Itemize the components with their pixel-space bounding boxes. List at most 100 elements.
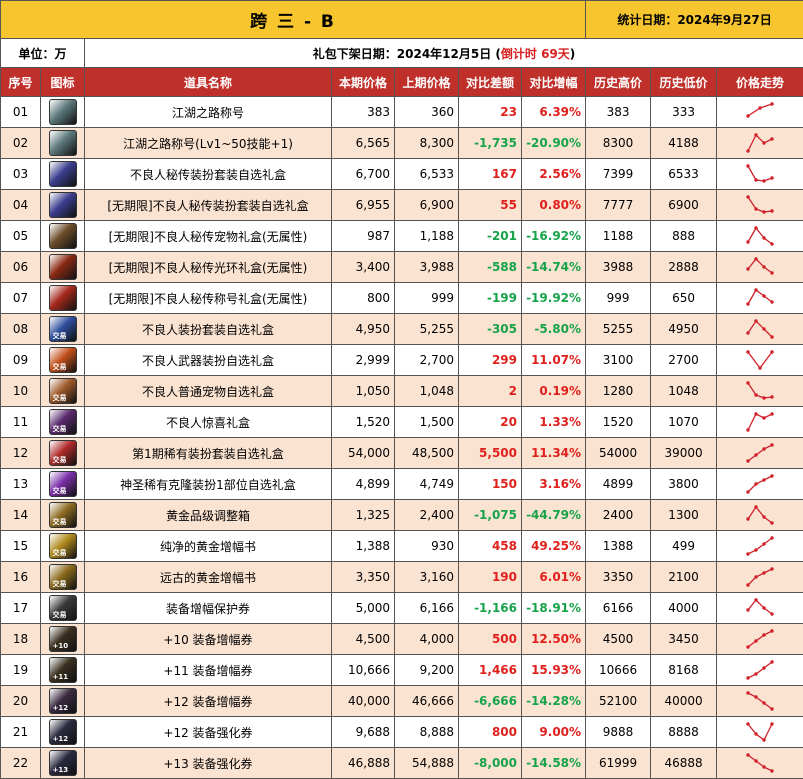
previous-price: 1,188 xyxy=(395,221,459,252)
trend-point xyxy=(762,571,765,574)
trend-point xyxy=(770,137,773,140)
history-low: 2700 xyxy=(651,345,717,376)
row-icon-cell: 交易 xyxy=(41,407,85,438)
price-trend-cell xyxy=(717,190,803,221)
price-change-pct: 15.93% xyxy=(522,655,586,686)
history-high: 5255 xyxy=(586,314,651,345)
trend-point xyxy=(746,608,749,611)
item-name: [无期限]不良人秘传装扮套装自选礼盒 xyxy=(85,190,332,221)
previous-price: 1,500 xyxy=(395,407,459,438)
price-diff: 458 xyxy=(459,531,522,562)
price-change-pct: 49.25% xyxy=(522,531,586,562)
price-trend-cell xyxy=(717,717,803,748)
row-no: 03 xyxy=(1,159,41,190)
row-icon-cell: +11 xyxy=(41,655,85,686)
price-trend-sparkline xyxy=(745,595,775,621)
trend-line xyxy=(748,569,772,585)
price-trend-sparkline xyxy=(745,254,775,280)
row-no: 14 xyxy=(1,500,41,531)
trend-point xyxy=(754,759,757,762)
trend-line xyxy=(748,197,772,212)
table-row: 17交易装备增幅保护券5,0006,166-1,166-18.91%616640… xyxy=(1,593,803,624)
trend-point xyxy=(770,707,773,710)
title-box-icon xyxy=(49,285,77,311)
trend-point xyxy=(754,482,757,485)
icon-tag: 交易 xyxy=(53,580,67,588)
row-no: 18 xyxy=(1,624,41,655)
icon-tag: 交易 xyxy=(53,363,67,371)
trend-point xyxy=(770,660,773,663)
trend-line xyxy=(748,631,772,647)
col-header-no: 序号 xyxy=(1,68,41,97)
history-high: 1188 xyxy=(586,221,651,252)
item-name: +13 装备强化券 xyxy=(85,748,332,779)
price-trend-cell xyxy=(717,748,803,779)
history-high: 1388 xyxy=(586,531,651,562)
previous-price: 46,666 xyxy=(395,686,459,717)
unit-label: 单位：万 xyxy=(1,39,85,68)
trend-point xyxy=(746,676,749,679)
price-change-pct: -20.90% xyxy=(522,128,586,159)
previous-price: 360 xyxy=(395,97,459,128)
row-no: 08 xyxy=(1,314,41,345)
history-high: 8300 xyxy=(586,128,651,159)
price-diff: 150 xyxy=(459,469,522,500)
history-high: 9888 xyxy=(586,717,651,748)
previous-price: 2,700 xyxy=(395,345,459,376)
current-price: 2,999 xyxy=(332,345,395,376)
price-trend-cell xyxy=(717,624,803,655)
trend-point xyxy=(770,102,773,105)
row-no: 07 xyxy=(1,283,41,314)
trend-line xyxy=(748,228,772,244)
history-high: 10666 xyxy=(586,655,651,686)
row-icon-cell: 交易 xyxy=(41,469,85,500)
trend-point xyxy=(762,141,765,144)
trend-point xyxy=(746,459,749,462)
trend-line xyxy=(748,755,772,771)
price-trend-cell xyxy=(717,221,803,252)
price-trend-sparkline xyxy=(745,285,775,311)
price-change-pct: 9.00% xyxy=(522,717,586,748)
item-name: 江湖之路称号(Lv1~50技能+1) xyxy=(85,128,332,159)
price-trend-cell xyxy=(717,593,803,624)
trend-point xyxy=(754,598,757,601)
table-row: 18+10+10 装备增幅券4,5004,00050012.50%4500345… xyxy=(1,624,803,655)
trend-point xyxy=(754,207,757,210)
current-price: 46,888 xyxy=(332,748,395,779)
trend-point xyxy=(746,195,749,198)
item-name: 不良人普通宠物自选礼盒 xyxy=(85,376,332,407)
history-low: 3800 xyxy=(651,469,717,500)
previous-price: 6,900 xyxy=(395,190,459,221)
previous-price: 6,533 xyxy=(395,159,459,190)
trend-point xyxy=(770,443,773,446)
trend-point xyxy=(754,505,757,508)
history-low: 6533 xyxy=(651,159,717,190)
price-trend-cell xyxy=(717,376,803,407)
page-title: 跨 三 - B xyxy=(1,1,586,39)
trend-point xyxy=(758,106,761,109)
table-row: 08交易不良人装扮套装自选礼盒4,9505,255-305-5.80%52554… xyxy=(1,314,803,345)
price-diff: 2 xyxy=(459,376,522,407)
history-low: 4188 xyxy=(651,128,717,159)
countdown: 倒计时 69天 xyxy=(501,47,570,61)
row-icon-cell: 交易 xyxy=(41,593,85,624)
trend-line xyxy=(748,600,772,614)
weapon-box-icon: 交易 xyxy=(49,347,77,373)
price-change-pct: -16.92% xyxy=(522,221,586,252)
current-price: 9,688 xyxy=(332,717,395,748)
current-price: 5,000 xyxy=(332,593,395,624)
stat-date: 统计日期：2024年9月27日 xyxy=(586,1,803,39)
previous-price: 3,160 xyxy=(395,562,459,593)
trend-point xyxy=(762,416,765,419)
history-high: 3350 xyxy=(586,562,651,593)
price-diff: -305 xyxy=(459,314,522,345)
trend-point xyxy=(770,474,773,477)
price-diff: 190 xyxy=(459,562,522,593)
current-price: 4,500 xyxy=(332,624,395,655)
price-change-pct: 6.01% xyxy=(522,562,586,593)
item-name: +12 装备强化券 xyxy=(85,717,332,748)
col-header-low: 历史低价 xyxy=(651,68,717,97)
price-trend-sparkline xyxy=(745,719,775,745)
trend-point xyxy=(770,769,773,772)
trend-point xyxy=(762,294,765,297)
